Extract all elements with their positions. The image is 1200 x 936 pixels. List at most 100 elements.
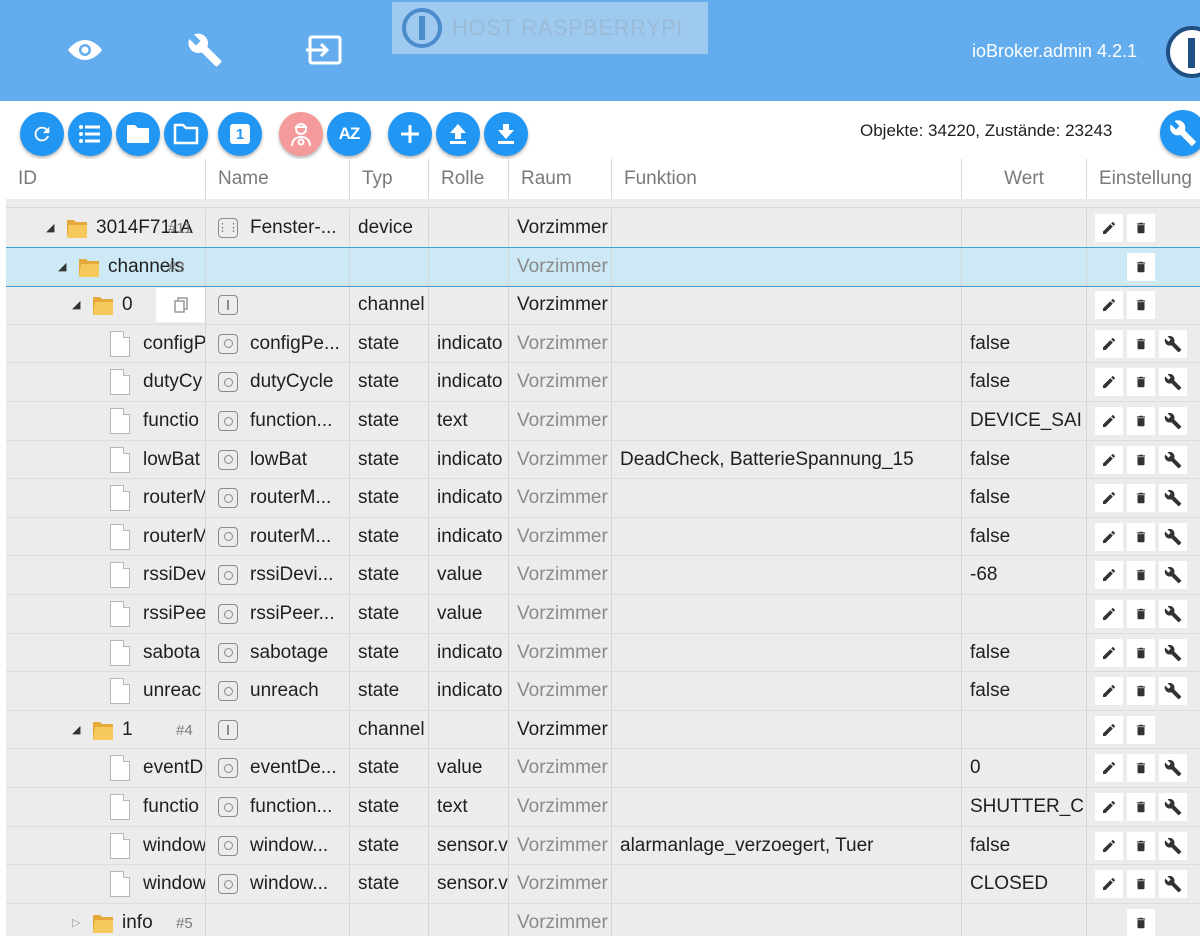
delete-button[interactable] <box>1127 407 1155 435</box>
wrench-button[interactable] <box>1159 870 1187 899</box>
expand-level-button[interactable]: 1 <box>218 112 262 156</box>
column-header-wert[interactable]: Wert <box>962 159 1087 199</box>
delete-button[interactable] <box>1127 870 1155 899</box>
column-header-id[interactable]: ID <box>6 159 206 199</box>
table-row[interactable]: functio function... state text SHUTTER_C Vorz… <box>6 788 1200 827</box>
eye-icon[interactable] <box>63 28 107 72</box>
table-row[interactable]: functio function... state text DEVICE_SAI Vor… <box>6 402 1200 441</box>
edit-button[interactable] <box>1095 214 1123 242</box>
host-selector[interactable]: HOST RASPBERRYPI <box>392 2 708 54</box>
expert-mode-button[interactable] <box>279 112 323 156</box>
upload-button[interactable] <box>436 112 480 156</box>
edit-button[interactable] <box>1095 793 1123 821</box>
edit-button[interactable] <box>1095 870 1123 899</box>
wrench-button[interactable] <box>1159 638 1187 667</box>
expand-caret-icon[interactable]: ◢ <box>58 260 66 273</box>
table-row[interactable]: eventD eventDe... state value 0 Vorzimmer <box>6 749 1200 788</box>
tree-folder-row[interactable]: ▷ info #5 Vorzimmer <box>6 903 1200 936</box>
column-header-rolle[interactable]: Rolle <box>429 159 509 199</box>
edit-button[interactable] <box>1095 754 1123 783</box>
tree-folder-row[interactable]: ◢ 1 #4 channel Vorzimmer <box>6 710 1200 750</box>
wrench-button[interactable] <box>1159 600 1187 628</box>
wrench-button[interactable] <box>1159 522 1187 551</box>
table-row[interactable]: lowBat lowBat state indicato DeadCheck, Batt… <box>6 440 1200 480</box>
edit-button[interactable] <box>1095 831 1123 860</box>
tree-folder-row[interactable]: ◢ 3014F711A #11 ⋮⋮ Fenster-... device Vorzimme… <box>6 209 1200 248</box>
add-object-button[interactable] <box>388 112 432 156</box>
refresh-button[interactable] <box>20 112 64 156</box>
edit-button[interactable] <box>1095 329 1123 358</box>
logout-icon[interactable] <box>303 28 347 72</box>
sort-az-button[interactable]: AZ <box>327 112 371 156</box>
delete-button[interactable] <box>1127 831 1155 860</box>
edit-button[interactable] <box>1095 445 1123 474</box>
delete-button[interactable] <box>1127 793 1155 821</box>
edit-button[interactable] <box>1095 368 1123 397</box>
table-row[interactable]: window window... state sensor.v alarmanlage_… <box>6 826 1200 866</box>
edit-button[interactable] <box>1095 484 1123 513</box>
delete-button[interactable] <box>1127 252 1155 281</box>
raum-cell: Vorzimmer <box>509 247 612 286</box>
delete-button[interactable] <box>1127 291 1155 320</box>
column-header-raum[interactable]: Raum <box>509 159 612 199</box>
folder-collapse-button[interactable] <box>164 112 208 156</box>
edit-button[interactable] <box>1095 291 1123 320</box>
delete-button[interactable] <box>1127 754 1155 783</box>
delete-button[interactable] <box>1127 484 1155 513</box>
column-header-funktion[interactable]: Funktion <box>612 159 962 199</box>
table-row[interactable]: routerM routerM... state indicato false Vorzi… <box>6 479 1200 518</box>
edit-button[interactable] <box>1095 600 1123 628</box>
wrench-button[interactable] <box>1159 407 1187 435</box>
table-row[interactable]: dutyCy dutyCycle state indicato false Vorzimm… <box>6 363 1200 402</box>
wrench-button[interactable] <box>1159 484 1187 513</box>
table-row[interactable]: rssiDev rssiDevi... state value -68 Vorzimmer <box>6 556 1200 595</box>
id-cell: functio <box>6 788 206 826</box>
table-row[interactable]: rssiPee rssiPeer... state value Vorzimmer <box>6 595 1200 634</box>
copy-id-button[interactable] <box>156 288 205 323</box>
wrench-button[interactable] <box>1159 445 1187 474</box>
expand-caret-icon[interactable]: ◢ <box>72 298 80 311</box>
delete-button[interactable] <box>1127 600 1155 628</box>
delete-button[interactable] <box>1127 445 1155 474</box>
edit-button[interactable] <box>1095 522 1123 551</box>
folder-expand-button[interactable] <box>116 112 160 156</box>
delete-button[interactable] <box>1127 368 1155 397</box>
column-header-einstellung[interactable]: Einstellung <box>1087 159 1200 199</box>
delete-button[interactable] <box>1127 908 1155 936</box>
tree-folder-row[interactable]: ◢ channels #3 Vorzimmer <box>6 246 1200 288</box>
wrench-button[interactable] <box>1159 561 1187 590</box>
delete-button[interactable] <box>1127 522 1155 551</box>
delete-button[interactable] <box>1127 715 1155 744</box>
edit-button[interactable] <box>1095 561 1123 590</box>
table-row[interactable]: unreac unreach state indicato false Vorzimmer <box>6 672 1200 711</box>
wrench-button[interactable] <box>1159 329 1187 358</box>
download-button[interactable] <box>484 112 528 156</box>
wrench-icon[interactable] <box>183 28 227 72</box>
edit-button[interactable] <box>1095 677 1123 706</box>
delete-button[interactable] <box>1127 329 1155 358</box>
edit-button[interactable] <box>1095 638 1123 667</box>
expand-caret-icon[interactable]: ◢ <box>72 723 80 736</box>
delete-button[interactable] <box>1127 214 1155 242</box>
table-row[interactable]: sabota sabotage state indicato false Vorzimme… <box>6 633 1200 673</box>
tree-folder-row[interactable]: ◢ 0 channel Vorzimmer <box>6 286 1200 325</box>
column-header-name[interactable]: Name <box>206 159 350 199</box>
wrench-button[interactable] <box>1159 831 1187 860</box>
delete-button[interactable] <box>1127 638 1155 667</box>
list-view-button[interactable] <box>68 112 112 156</box>
edit-button[interactable] <box>1095 407 1123 435</box>
settings-button[interactable] <box>1160 110 1200 156</box>
delete-button[interactable] <box>1127 677 1155 706</box>
delete-button[interactable] <box>1127 561 1155 590</box>
column-header-typ[interactable]: Typ <box>350 159 429 199</box>
wrench-button[interactable] <box>1159 793 1187 821</box>
collapse-caret-icon[interactable]: ▷ <box>72 916 80 929</box>
wrench-button[interactable] <box>1159 677 1187 706</box>
wrench-button[interactable] <box>1159 368 1187 397</box>
expand-caret-icon[interactable]: ◢ <box>46 221 54 234</box>
table-row[interactable]: routerM routerM... state indicato false Vorzi… <box>6 517 1200 557</box>
table-row[interactable]: configP configPe... state indicato false Vorz… <box>6 324 1200 364</box>
edit-button[interactable] <box>1095 715 1123 744</box>
table-row[interactable]: window window... state sensor.v CLOSED Vorzim… <box>6 865 1200 904</box>
wrench-button[interactable] <box>1159 754 1187 783</box>
